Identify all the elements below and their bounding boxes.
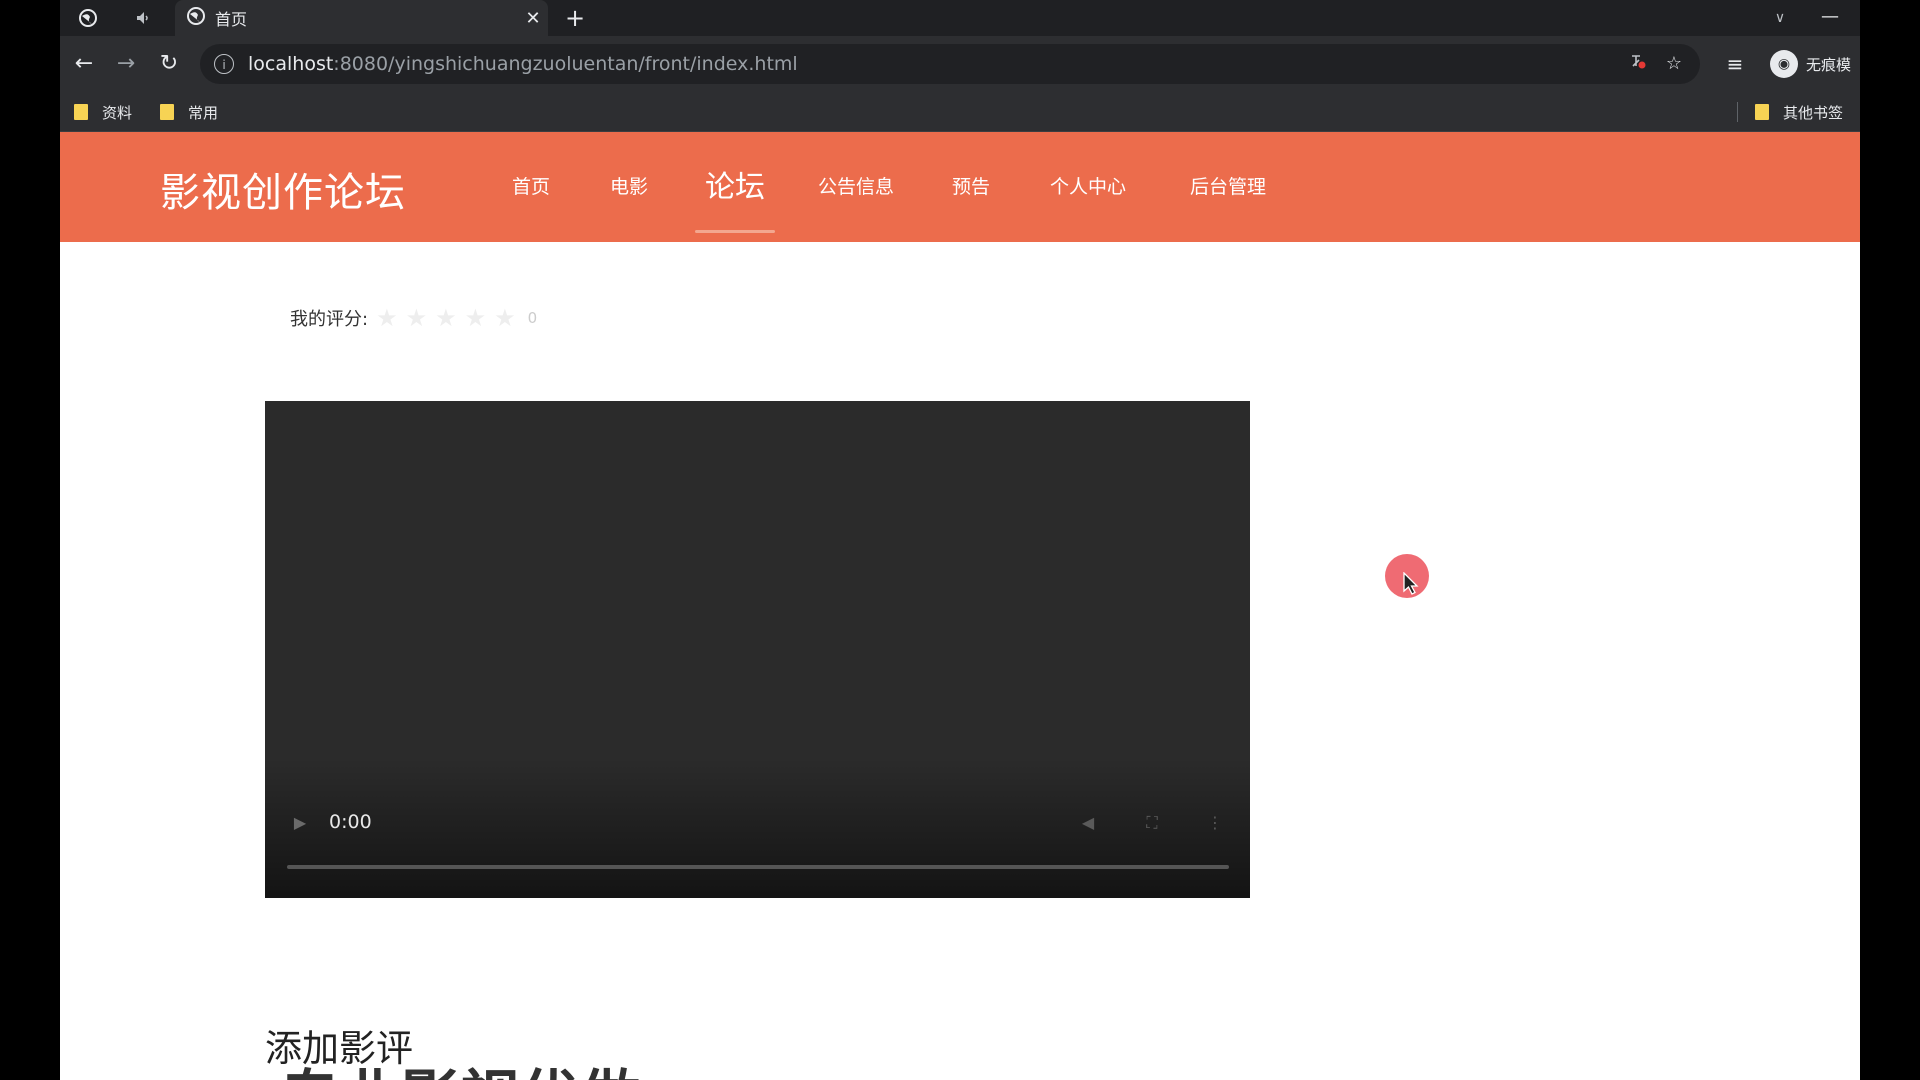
pinned-tab-globe-icon[interactable] <box>63 4 113 32</box>
nav-admin[interactable]: 后台管理 <box>1190 172 1266 199</box>
reading-list-icon[interactable]: ≡ <box>1720 48 1750 80</box>
other-bookmarks[interactable]: 其他书签 <box>1755 100 1843 124</box>
bookmark-folder-1[interactable]: 常用 <box>160 100 218 124</box>
nav-active-indicator <box>695 230 775 233</box>
url-path: :8080/yingshichuangzuoluentan/front/inde… <box>333 53 798 75</box>
incognito-avatar-icon: ◉ <box>1770 50 1798 78</box>
bookmark-separator <box>1737 102 1738 122</box>
volume-icon[interactable]: ◀ <box>1075 810 1101 836</box>
bookmarks-bar: 资料 常用 其他书签 <box>60 92 1860 132</box>
nav-movies[interactable]: 电影 <box>610 172 648 199</box>
nav-profile[interactable]: 个人中心 <box>1050 172 1126 199</box>
site-logo[interactable]: 影视创作论坛 <box>160 160 406 218</box>
video-progress-bar[interactable] <box>287 865 1229 869</box>
play-icon[interactable]: ▶ <box>287 810 313 836</box>
reload-icon[interactable]: ↻ <box>153 48 185 80</box>
rating-row: 我的评分: ★ ★ ★ ★ ★ 0 <box>290 304 537 332</box>
pinned-tab-speaker-icon[interactable] <box>118 4 168 32</box>
rating-star-5[interactable]: ★ <box>494 304 516 332</box>
bookmark-folder-0[interactable]: 资料 <box>74 100 132 124</box>
info-icon[interactable]: i <box>214 54 234 74</box>
arrow-right-icon[interactable]: → <box>110 48 142 80</box>
page-content: 影视创作论坛 首页 电影 论坛 公告信息 预告 个人中心 后台管理 我的评分: … <box>60 132 1860 1080</box>
folder-icon <box>1755 104 1769 120</box>
globe-icon <box>185 6 207 30</box>
tab-title: 首页 <box>215 10 248 29</box>
nav-home[interactable]: 首页 <box>512 172 550 199</box>
nav-trailers[interactable]: 预告 <box>952 172 990 199</box>
url-host: localhost <box>248 53 334 75</box>
nav-notices[interactable]: 公告信息 <box>818 172 894 199</box>
minimize-icon[interactable]: — <box>1815 3 1845 33</box>
close-icon[interactable]: ✕ <box>518 8 548 29</box>
profile-name: 无痕模 <box>1806 55 1852 74</box>
profile-button[interactable]: ◉ 无痕模 <box>1770 46 1851 82</box>
bookmark-label: 常用 <box>188 103 219 122</box>
folder-icon <box>74 104 88 120</box>
video-controls-shade <box>265 758 1250 898</box>
screen: 首页 ✕ + ∨ — ← → ↻ i localhost:8080/yingsh… <box>0 0 1920 1080</box>
star-icon[interactable]: ☆ <box>1662 52 1686 76</box>
arrow-left-icon[interactable]: ← <box>68 48 100 80</box>
folder-icon <box>160 104 174 120</box>
globe-icon <box>79 9 97 27</box>
chevron-down-icon[interactable]: ∨ <box>1765 3 1795 33</box>
bookmark-label: 资料 <box>102 103 133 122</box>
tab-strip: 首页 ✕ + ∨ — <box>60 0 1860 36</box>
nav-forum[interactable]: 论坛 <box>705 162 765 206</box>
browser-window: 首页 ✕ + ∨ — ← → ↻ i localhost:8080/yingsh… <box>60 0 1860 1080</box>
rating-star-1[interactable]: ★ <box>376 304 398 332</box>
more-vert-icon[interactable]: ⋮ <box>1205 810 1225 836</box>
rating-value: 0 <box>527 309 538 327</box>
video-time: 0:00 <box>329 811 372 833</box>
translate-blocked-icon[interactable] <box>1626 52 1650 76</box>
video-player[interactable]: ▶ 0:00 ◀ ⛶ ⋮ <box>265 401 1250 898</box>
rating-label: 我的评分: <box>290 309 369 330</box>
bookmark-label: 其他书签 <box>1783 103 1844 122</box>
tab-home[interactable]: 首页 ✕ <box>175 0 548 36</box>
partial-heading: 专业影视优做 <box>280 1050 640 1080</box>
rating-star-2[interactable]: ★ <box>406 304 428 332</box>
address-bar[interactable]: i localhost:8080/yingshichuangzuoluentan… <box>200 44 1700 84</box>
speaker-icon <box>137 12 148 24</box>
rating-star-4[interactable]: ★ <box>465 304 487 332</box>
fullscreen-icon[interactable]: ⛶ <box>1139 810 1165 836</box>
rating-star-3[interactable]: ★ <box>435 304 457 332</box>
browser-toolbar: ← → ↻ i localhost:8080/yingshichuangzuol… <box>60 36 1860 92</box>
site-header: 影视创作论坛 首页 电影 论坛 公告信息 预告 个人中心 后台管理 <box>60 132 1860 242</box>
plus-icon[interactable]: + <box>560 3 590 33</box>
